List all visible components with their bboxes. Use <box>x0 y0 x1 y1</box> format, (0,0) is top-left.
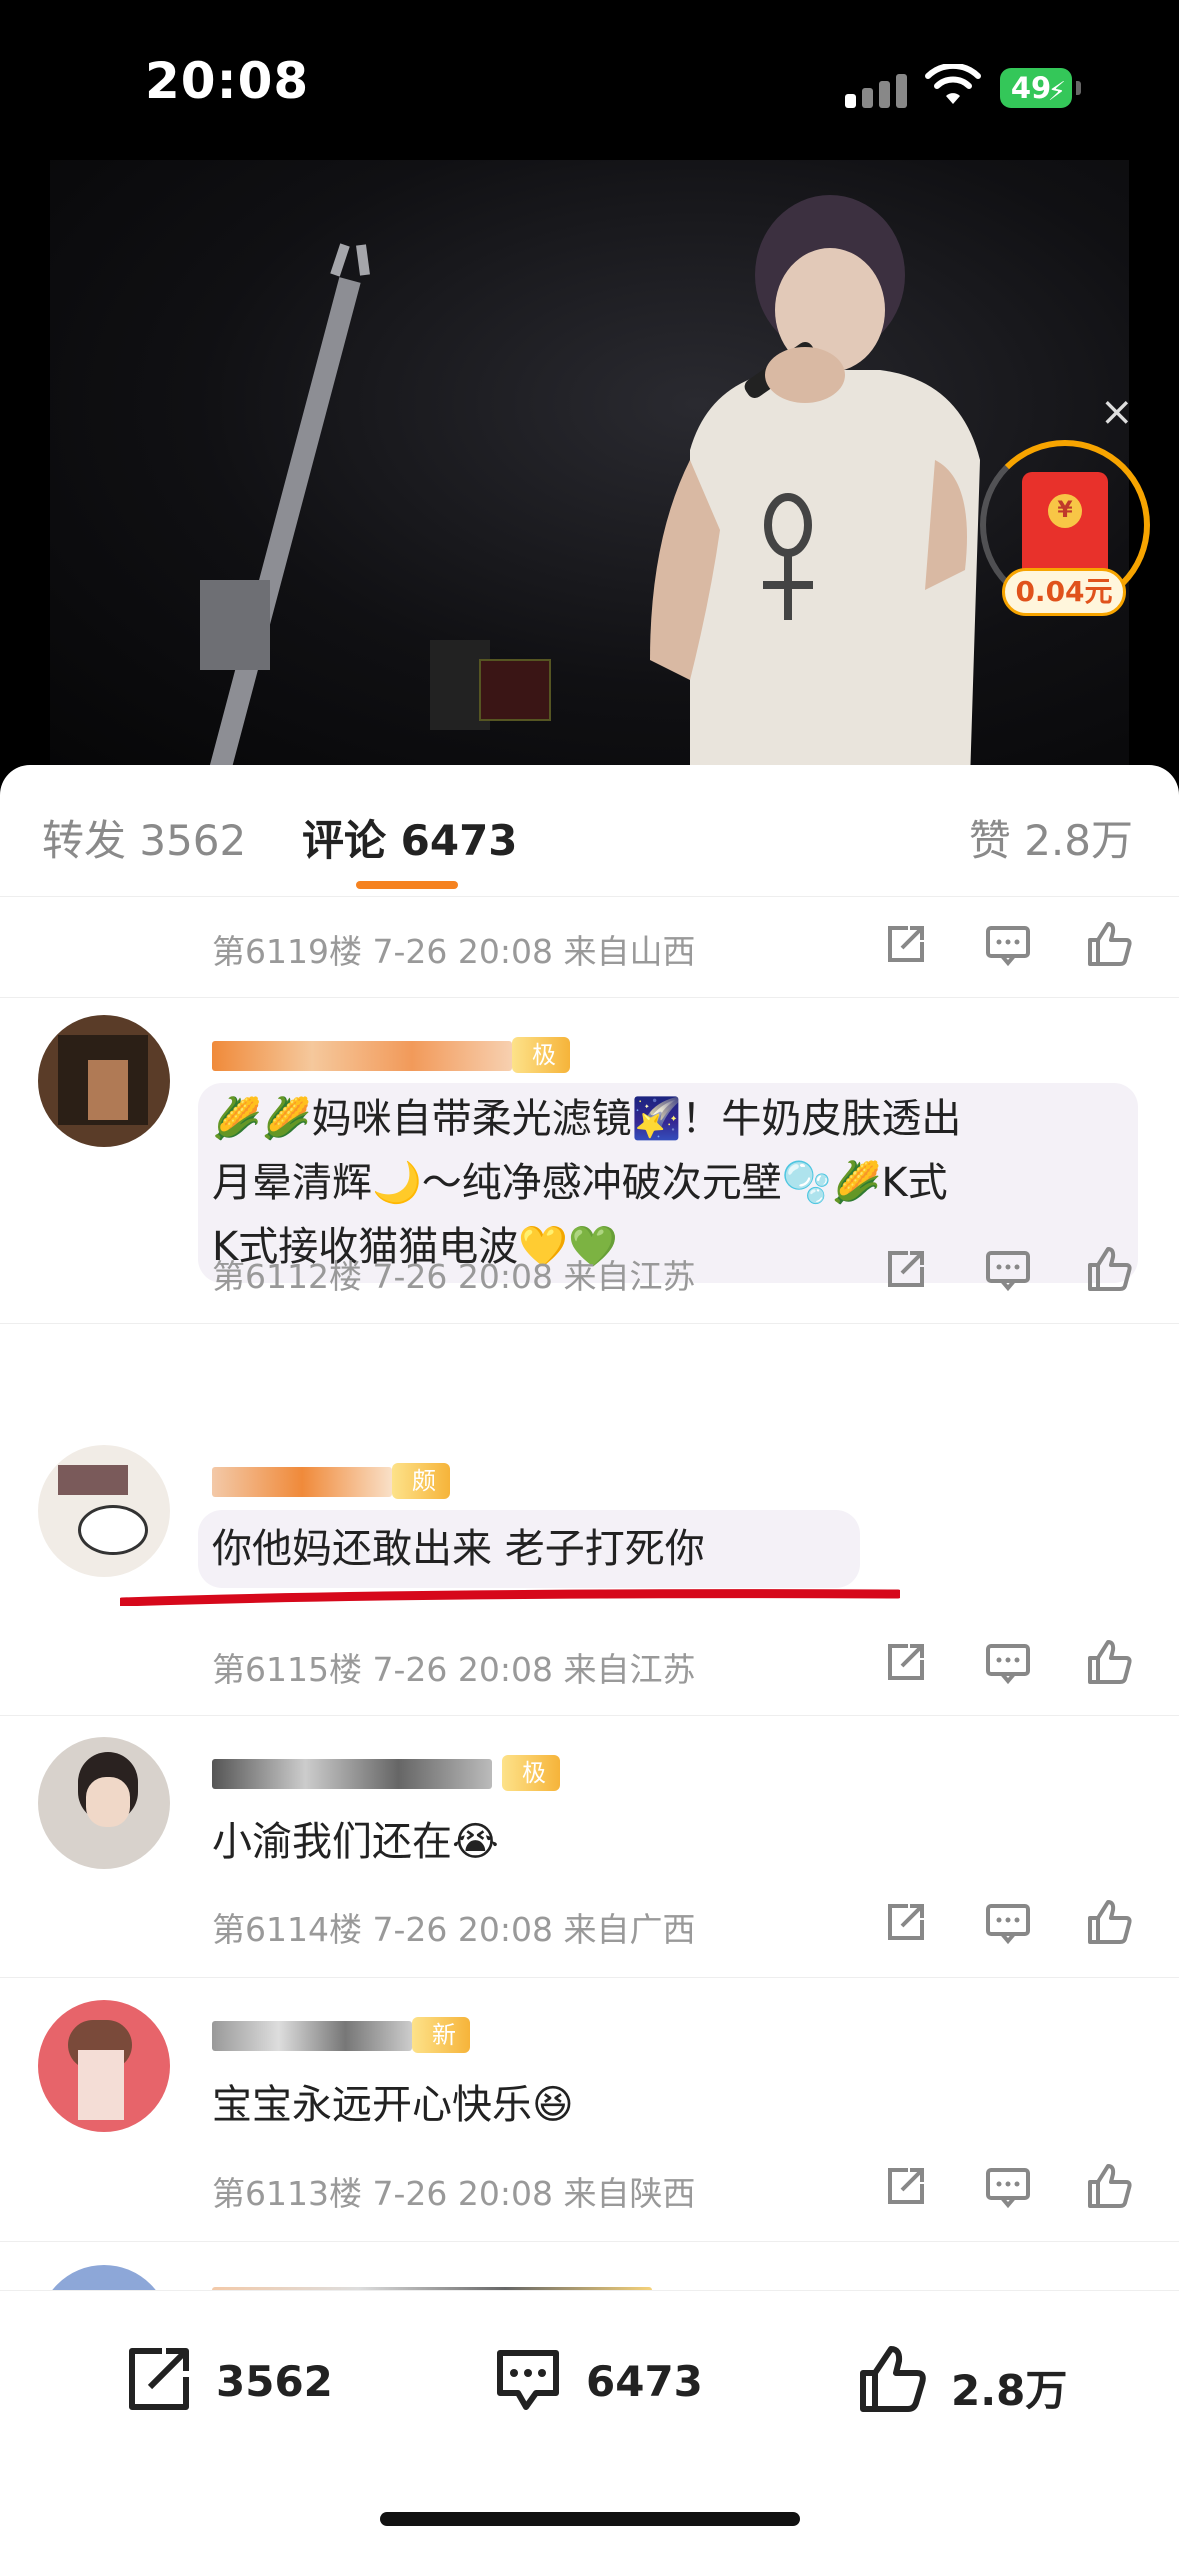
comment-meta: 第6113楼 7-26 20:08 来自陕西 <box>212 2174 696 2213</box>
coin-icon: ¥ <box>1048 494 1082 528</box>
charging-bolt-icon: ⚡ <box>1047 77 1066 107</box>
divider <box>0 997 1179 998</box>
active-tab-indicator <box>356 881 458 889</box>
user-badge: 颇具名气 <box>392 1463 450 1603</box>
comment-text: 宝宝永远开心快乐😆 <box>212 2082 574 2128</box>
comment-text: 你他妈还敢出来 老子打死你 <box>212 1526 705 1572</box>
comment-meta: 第6119楼 7-26 20:08 来自山西 <box>212 932 696 971</box>
comment-text-line: 🌽🌽妈咪自带柔光滤镜🌠！牛奶皮肤透出 <box>212 1096 962 1142</box>
like-icon[interactable] <box>1084 918 1136 970</box>
battery-indicator: 49 ⚡ <box>1000 68 1081 108</box>
comment-text-line: 月晕清辉🌙～纯净感冲破次元壁🫧🌽K式 <box>212 1160 948 1206</box>
like-icon[interactable] <box>1084 1636 1136 1688</box>
comment-icon[interactable] <box>982 2160 1034 2212</box>
video-frame <box>50 160 1129 770</box>
like-count: 2.8万 <box>951 2366 1068 2415</box>
like-icon[interactable] <box>1084 2160 1136 2212</box>
comment-actions <box>880 918 1140 970</box>
divider <box>0 2241 1179 2242</box>
comment-icon <box>497 2350 559 2410</box>
avatar[interactable] <box>38 1015 170 1147</box>
share-icon[interactable] <box>880 2160 932 2212</box>
comment-count: 6473 <box>586 2357 703 2406</box>
comment-icon[interactable] <box>982 918 1034 970</box>
avatar[interactable] <box>38 1445 170 1577</box>
status-time: 20:08 <box>145 52 310 110</box>
tab-comment[interactable]: 评论 6473 <box>302 807 518 868</box>
home-indicator[interactable] <box>380 2512 800 2526</box>
share-icon[interactable] <box>880 1636 932 1688</box>
red-packet-icon[interactable]: ¥ <box>1022 472 1108 580</box>
red-packet-amount[interactable]: 0.04元 <box>1002 568 1126 616</box>
comment-icon[interactable] <box>982 1243 1034 1295</box>
comment-actions <box>880 1896 1140 1948</box>
comments-sheet: 转发 3562 评论 6473 赞 2.8万 第6119楼 7-26 20:08… <box>0 765 1179 2556</box>
concert-scene-image <box>200 195 980 770</box>
wifi-icon <box>925 64 981 104</box>
user-badge: 极富盛名 <box>502 1755 560 1895</box>
status-bar: 20:08 49 ⚡ <box>0 0 1179 160</box>
comment-actions <box>880 1243 1140 1295</box>
comment-icon[interactable] <box>982 1896 1034 1948</box>
comment-icon[interactable] <box>982 1636 1034 1688</box>
tab-repost[interactable]: 转发 3562 <box>42 807 246 868</box>
share-icon[interactable] <box>880 918 932 970</box>
share-icon[interactable] <box>880 1243 932 1295</box>
comment-actions <box>880 2160 1140 2212</box>
divider <box>0 1977 1179 1978</box>
like-icon[interactable] <box>1084 1896 1136 1948</box>
comment-meta: 第6112楼 7-26 20:08 来自江苏 <box>212 1257 696 1296</box>
battery-level: 49 <box>1010 71 1052 105</box>
close-icon[interactable]: × <box>1100 392 1134 432</box>
avatar[interactable] <box>38 2000 170 2132</box>
comment-meta: 第6115楼 7-26 20:08 来自江苏 <box>212 1650 696 1689</box>
repost-count: 3562 <box>216 2357 333 2406</box>
share-icon[interactable] <box>880 1896 932 1948</box>
like-icon <box>860 2346 926 2412</box>
red-underline-mark <box>120 1589 900 1606</box>
comment-meta: 第6114楼 7-26 20:08 来自广西 <box>212 1910 696 1949</box>
tab-like[interactable]: 赞 2.8万 <box>969 807 1133 868</box>
like-icon[interactable] <box>1084 1243 1136 1295</box>
tab-bar: 转发 3562 评论 6473 赞 2.8万 <box>0 765 1179 897</box>
avatar[interactable] <box>38 1737 170 1869</box>
comment-actions <box>880 1636 1140 1688</box>
cellular-signal-icon <box>845 72 907 108</box>
divider <box>0 1323 1179 1324</box>
repost-icon <box>129 2348 189 2410</box>
video-player[interactable] <box>50 160 1129 770</box>
comment-text: 小渝我们还在😭 <box>212 1819 499 1865</box>
divider <box>0 1715 1179 1716</box>
user-badge: 新晋实相 <box>412 2017 470 2157</box>
user-badge: 极富盛名 <box>512 1037 570 1177</box>
